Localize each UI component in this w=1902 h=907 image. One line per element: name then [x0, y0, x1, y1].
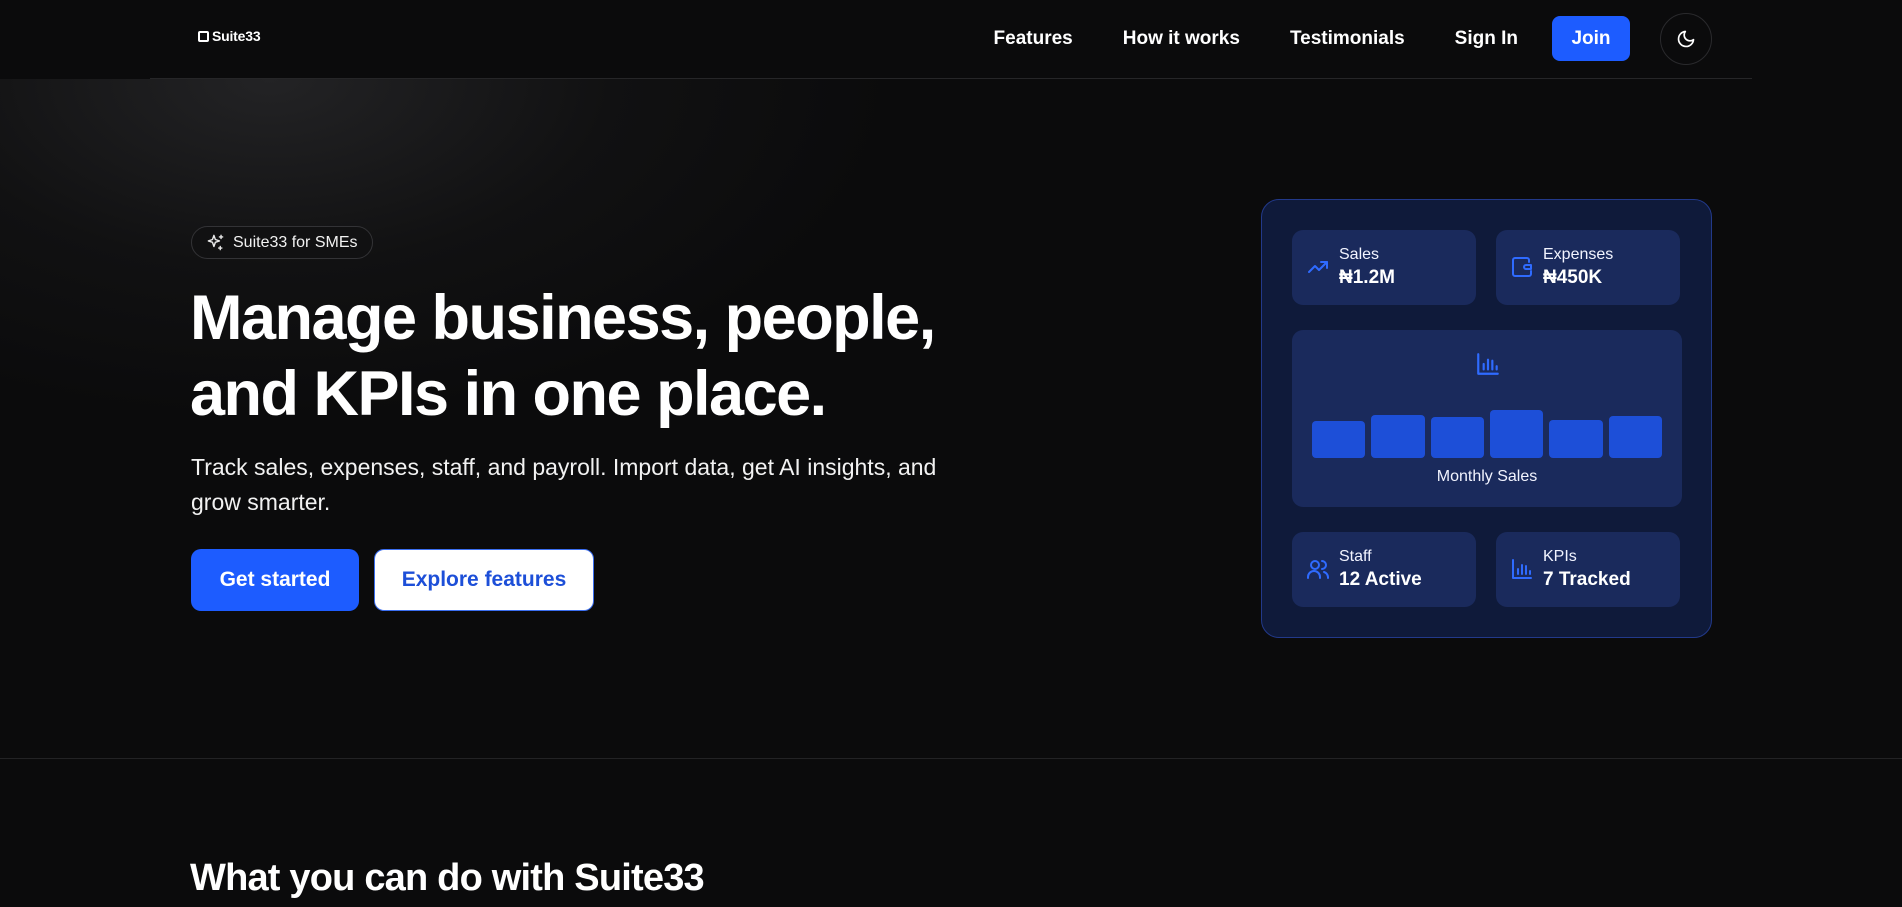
expenses-label: Expenses [1543, 246, 1614, 263]
hero-badge: Suite33 for SMEs [191, 226, 373, 259]
expenses-tile: Expenses ₦450K [1496, 230, 1680, 305]
get-started-button[interactable]: Get started [191, 549, 359, 611]
nav-link-features[interactable]: Features [994, 28, 1073, 50]
dashboard-preview-card: Sales ₦1.2M Expenses ₦450K Monthly Sales… [1261, 199, 1712, 638]
theme-toggle-button[interactable] [1660, 12, 1712, 65]
logo-mark-icon [198, 30, 209, 42]
trending-up-icon [1308, 261, 1328, 273]
badge-text: Suite33 for SMEs [233, 233, 358, 251]
expenses-value: ₦450K [1543, 267, 1603, 288]
users-icon [1307, 560, 1329, 579]
kpis-label: KPIs [1543, 548, 1577, 565]
section-divider [0, 758, 1902, 759]
logo[interactable]: Suite33 [198, 28, 261, 44]
chart-bar [1489, 410, 1544, 458]
hero-title-line-2: and KPIs in one place. [190, 359, 827, 429]
staff-value: 12 Active [1339, 569, 1422, 590]
nav-link-sign-in[interactable]: Sign In [1455, 28, 1518, 50]
sales-tile: Sales ₦1.2M [1292, 230, 1476, 305]
hero-subtitle: Track sales, expenses, staff, and payrol… [191, 454, 937, 515]
main-nav: Features How it works Testimonials Sign … [994, 12, 1712, 65]
chart-label: Monthly Sales [1436, 468, 1538, 485]
bar-chart-icon [1512, 559, 1532, 579]
join-button[interactable]: Join [1552, 16, 1630, 61]
sales-label: Sales [1339, 246, 1380, 263]
hero-title: Manage business, people, and KPIs in one… [190, 280, 990, 432]
logo-text: Suite33 [212, 28, 261, 44]
nav-link-how-it-works[interactable]: How it works [1123, 28, 1240, 50]
staff-label: Staff [1339, 548, 1372, 565]
moon-icon [1677, 30, 1695, 47]
explore-features-button[interactable]: Explore features [374, 549, 594, 611]
kpis-value: 7 Tracked [1543, 569, 1631, 590]
nav-link-testimonials[interactable]: Testimonials [1290, 28, 1405, 50]
staff-tile: Staff 12 Active [1292, 532, 1476, 607]
chart-bar [1549, 420, 1603, 458]
chart-bar [1608, 416, 1662, 458]
monthly-sales-bars [1312, 398, 1662, 458]
sparkles-icon [207, 234, 224, 251]
chart-bar [1312, 421, 1366, 458]
site-header: Suite33 Features How it works Testimonia… [0, 0, 1902, 78]
chart-bar [1430, 417, 1484, 458]
chart-bar [1371, 415, 1425, 458]
sales-value: ₦1.2M [1339, 267, 1395, 288]
wallet-icon [1512, 257, 1532, 277]
bar-chart-icon [1477, 353, 1499, 375]
monthly-sales-chart-tile: Monthly Sales [1292, 330, 1682, 507]
features-section-title: What you can do with Suite33 [190, 857, 705, 899]
kpis-tile: KPIs 7 Tracked [1496, 532, 1680, 607]
hero-title-line-1: Manage business, people, [190, 283, 936, 353]
